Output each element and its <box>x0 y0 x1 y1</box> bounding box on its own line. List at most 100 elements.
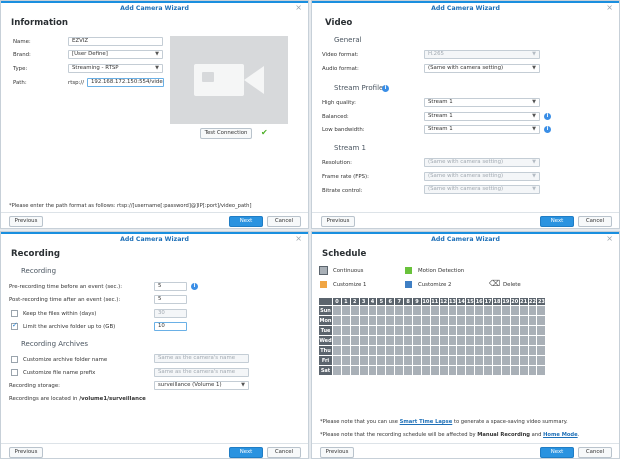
previous-button[interactable]: Previous <box>320 447 354 458</box>
schedule-cell[interactable] <box>492 305 502 316</box>
schedule-cell[interactable] <box>509 315 520 326</box>
cancel-button[interactable]: Cancel <box>578 216 612 227</box>
custom-folder-input[interactable]: Same as the camera's name <box>154 354 249 363</box>
schedule-cell[interactable] <box>429 325 440 336</box>
schedule-cell[interactable] <box>367 355 378 366</box>
schedule-cell[interactable] <box>474 365 485 376</box>
schedule-cell[interactable] <box>447 355 458 366</box>
hour-header[interactable]: 20 <box>509 297 520 306</box>
schedule-cell[interactable] <box>509 345 520 356</box>
schedule-cell[interactable] <box>536 325 547 336</box>
schedule-grid[interactable]: 0 1 2 3 4 5 6 7 8 9 10 11 12 13 14 15 16 17 18 19 20 21 22 23 S… <box>318 297 547 376</box>
schedule-cell[interactable] <box>536 365 547 376</box>
continuous-swatch[interactable] <box>319 266 328 275</box>
schedule-cell[interactable] <box>509 325 520 336</box>
schedule-cell[interactable] <box>394 305 405 316</box>
keep-files-input[interactable]: 30 <box>154 309 187 318</box>
schedule-cell[interactable] <box>483 335 494 346</box>
schedule-cell[interactable] <box>412 305 422 316</box>
schedule-cell[interactable] <box>518 335 529 346</box>
schedule-cell[interactable] <box>412 325 422 336</box>
schedule-cell[interactable] <box>500 315 511 326</box>
schedule-cell[interactable] <box>349 355 360 366</box>
day-header[interactable]: Wed <box>318 335 333 346</box>
schedule-cell[interactable] <box>340 335 351 346</box>
schedule-cell[interactable] <box>358 325 369 336</box>
schedule-cell[interactable] <box>420 345 431 356</box>
schedule-cell[interactable] <box>447 315 458 326</box>
schedule-cell[interactable] <box>403 335 414 346</box>
schedule-cell[interactable] <box>527 335 538 346</box>
schedule-cell[interactable] <box>474 315 485 326</box>
schedule-cell[interactable] <box>367 335 378 346</box>
schedule-cell[interactable] <box>465 335 476 346</box>
schedule-cell[interactable] <box>420 365 431 376</box>
schedule-cell[interactable] <box>332 365 342 376</box>
schedule-cell[interactable] <box>429 345 440 356</box>
eraser-icon[interactable]: ⌫ <box>489 279 500 288</box>
schedule-cell[interactable] <box>536 305 547 316</box>
schedule-cell[interactable] <box>403 305 414 316</box>
type-select[interactable]: Streaming - RTSP <box>68 64 163 73</box>
schedule-cell[interactable] <box>358 335 369 346</box>
schedule-cell[interactable] <box>340 315 351 326</box>
schedule-cell[interactable] <box>474 335 485 346</box>
schedule-cell[interactable] <box>358 365 369 376</box>
info-icon[interactable]: i <box>382 85 389 92</box>
cancel-button[interactable]: Cancel <box>578 447 612 458</box>
schedule-cell[interactable] <box>527 365 538 376</box>
schedule-cell[interactable] <box>394 365 405 376</box>
low-bandwidth-select[interactable]: Stream 1 <box>424 125 540 134</box>
schedule-cell[interactable] <box>358 355 369 366</box>
close-icon[interactable]: × <box>295 3 302 12</box>
info-icon[interactable]: i <box>544 126 551 133</box>
schedule-cell[interactable] <box>340 365 351 376</box>
schedule-cell[interactable] <box>429 365 440 376</box>
hour-header[interactable]: 3 <box>358 297 369 306</box>
schedule-cell[interactable] <box>376 355 387 366</box>
schedule-cell[interactable] <box>376 305 387 316</box>
resolution-select[interactable]: (Same with camera setting) <box>424 158 540 167</box>
customize2-swatch[interactable] <box>405 281 412 288</box>
schedule-cell[interactable] <box>403 325 414 336</box>
schedule-cell[interactable] <box>518 345 529 356</box>
schedule-cell[interactable] <box>536 355 547 366</box>
schedule-cell[interactable] <box>332 305 342 316</box>
schedule-cell[interactable] <box>367 345 378 356</box>
schedule-cell[interactable] <box>492 335 502 346</box>
hour-header[interactable]: 1 <box>340 297 351 306</box>
recording-storage-select[interactable]: surveillance (Volume 1) <box>154 381 249 390</box>
schedule-cell[interactable] <box>465 345 476 356</box>
schedule-cell[interactable] <box>527 345 538 356</box>
schedule-cell[interactable] <box>412 345 422 356</box>
hour-header[interactable]: 13 <box>447 297 458 306</box>
schedule-cell[interactable] <box>483 325 494 336</box>
schedule-cell[interactable] <box>527 305 538 316</box>
schedule-cell[interactable] <box>385 345 396 356</box>
hour-header[interactable]: 14 <box>456 297 467 306</box>
schedule-cell[interactable] <box>367 315 378 326</box>
hour-header[interactable]: 11 <box>429 297 440 306</box>
schedule-cell[interactable] <box>447 325 458 336</box>
schedule-cell[interactable] <box>358 315 369 326</box>
schedule-cell[interactable] <box>349 365 360 376</box>
info-icon[interactable]: i <box>191 283 198 290</box>
schedule-cell[interactable] <box>412 365 422 376</box>
hour-header[interactable]: 19 <box>500 297 511 306</box>
hour-header[interactable]: 0 <box>332 297 342 306</box>
schedule-cell[interactable] <box>492 345 502 356</box>
day-header[interactable]: Mon <box>318 315 333 326</box>
schedule-cell[interactable] <box>420 315 431 326</box>
schedule-cell[interactable] <box>438 345 449 356</box>
schedule-cell[interactable] <box>349 315 360 326</box>
schedule-cell[interactable] <box>518 305 529 316</box>
schedule-cell[interactable] <box>447 305 458 316</box>
schedule-cell[interactable] <box>412 355 422 366</box>
schedule-cell[interactable] <box>447 365 458 376</box>
schedule-cell[interactable] <box>385 315 396 326</box>
schedule-cell[interactable] <box>429 315 440 326</box>
schedule-cell[interactable] <box>438 365 449 376</box>
brand-select[interactable]: [User Define] <box>68 50 163 59</box>
schedule-cell[interactable] <box>438 335 449 346</box>
schedule-cell[interactable] <box>367 305 378 316</box>
